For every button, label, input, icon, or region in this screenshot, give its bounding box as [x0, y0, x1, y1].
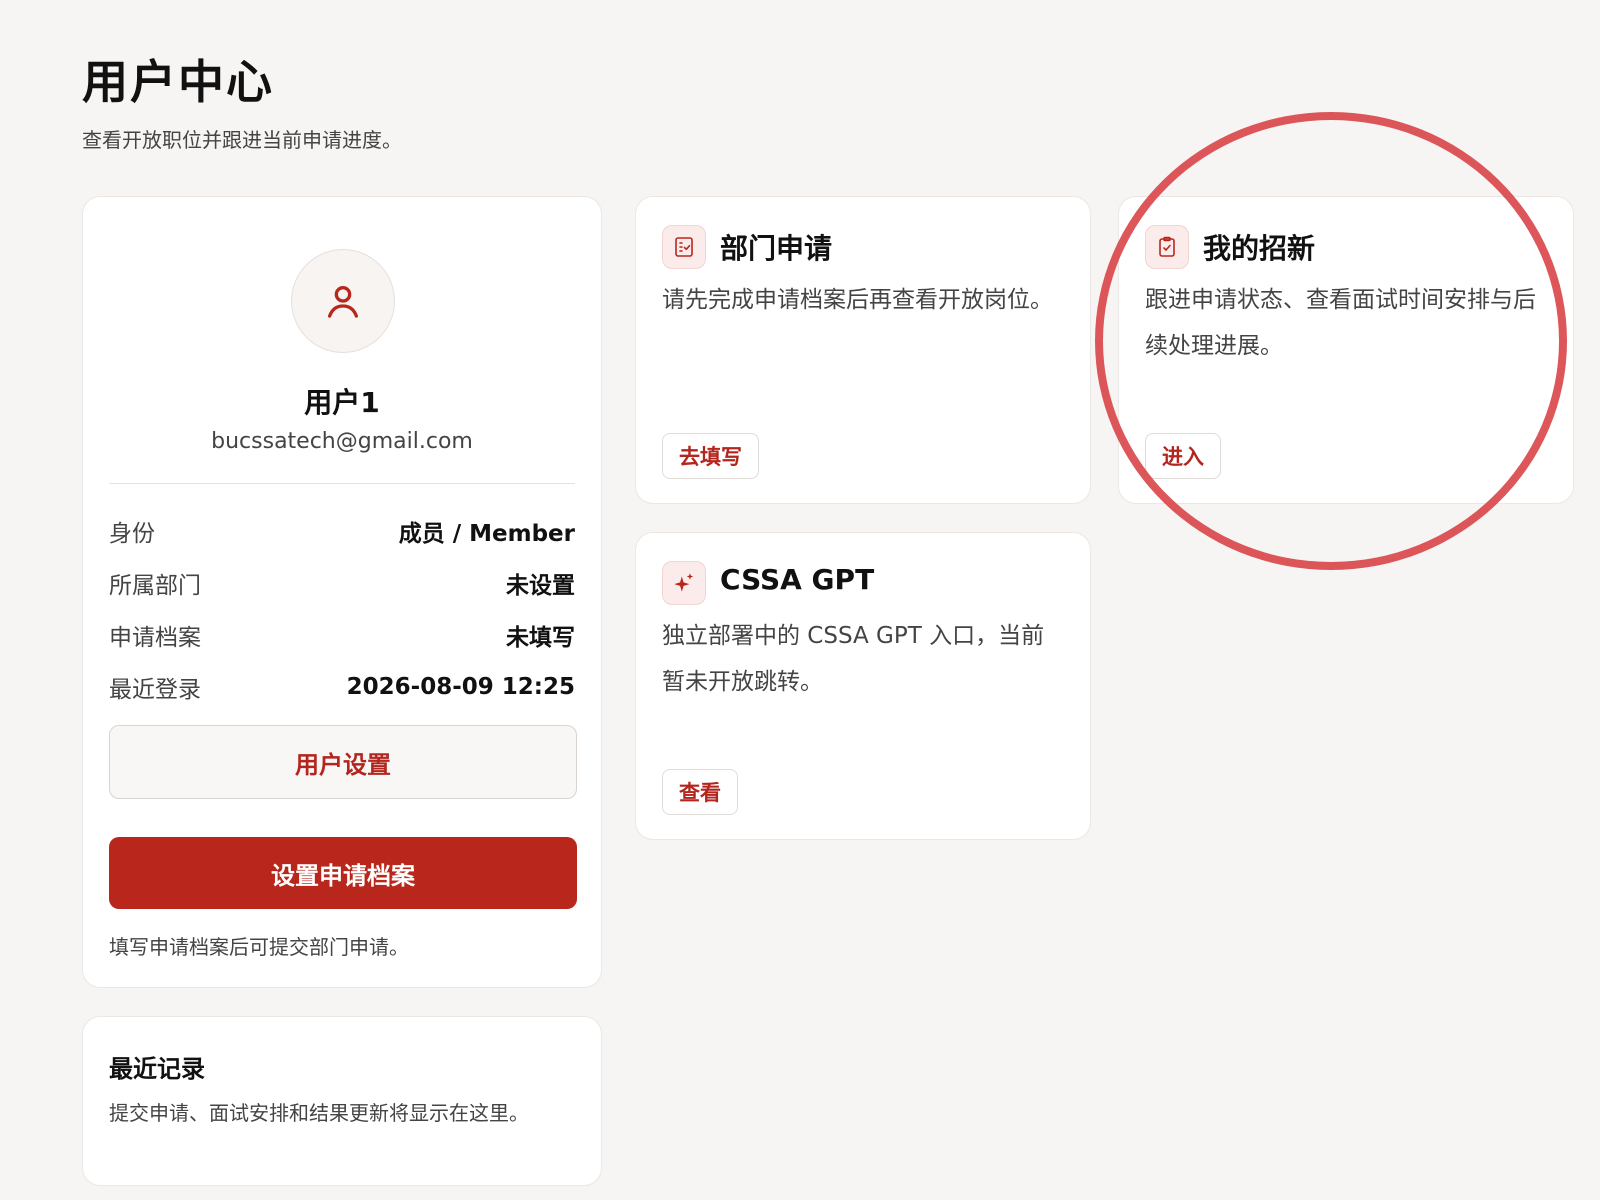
card-title: 我的招新 [1203, 232, 1316, 265]
profile-hint: 填写申请档案后可提交部门申请。 [109, 935, 409, 959]
card-description: 请先完成申请档案后再查看开放岗位。 [662, 287, 1053, 313]
info-row-department: 所属部门 未设置 [109, 565, 575, 601]
info-row-last-login: 最近登录 2026-08-09 12:25 [109, 669, 575, 705]
card-description: 跟进申请状态、查看面试时间安排与后续处理进展。 [1145, 287, 1536, 359]
info-row-identity: 身份 成员 / Member [109, 513, 575, 549]
checklist-icon [662, 225, 706, 269]
enter-button[interactable]: 进入 [1145, 433, 1221, 479]
info-label: 身份 [109, 521, 155, 547]
info-value: 未设置 [506, 573, 575, 599]
fill-in-button[interactable]: 去填写 [662, 433, 759, 479]
recent-records-card: 最近记录 提交申请、面试安排和结果更新将显示在这里。 [82, 1016, 602, 1186]
info-label: 所属部门 [109, 573, 201, 599]
divider [109, 483, 575, 484]
recent-records-description: 提交申请、面试安排和结果更新将显示在这里。 [109, 1101, 529, 1125]
department-application-card: 部门申请 请先完成申请档案后再查看开放岗位。 去填写 [635, 196, 1091, 504]
recent-records-title: 最近记录 [109, 1055, 205, 1083]
user-icon [328, 286, 358, 318]
info-label: 最近登录 [109, 677, 201, 703]
info-value: 2026-08-09 12:25 [346, 674, 575, 700]
cssa-gpt-card: CSSA GPT 独立部署中的 CSSA GPT 入口，当前暂未开放跳转。 查看 [635, 532, 1091, 840]
info-value: 未填写 [506, 625, 575, 651]
info-label: 申请档案 [109, 625, 201, 651]
card-description: 独立部署中的 CSSA GPT 入口，当前暂未开放跳转。 [662, 623, 1045, 695]
info-value: 成员 / Member [398, 521, 575, 547]
user-email: bucssatech@gmail.com [211, 429, 473, 454]
page-subtitle: 查看开放职位并跟进当前申请进度。 [82, 128, 402, 152]
user-name: 用户1 [304, 386, 380, 419]
view-button[interactable]: 查看 [662, 769, 738, 815]
profile-card: 用户1 bucssatech@gmail.com 身份 成员 / Member … [82, 196, 602, 988]
sparkle-icon [662, 561, 706, 605]
page-title: 用户中心 [82, 55, 274, 109]
info-row-application-profile: 申请档案 未填写 [109, 617, 575, 653]
card-title: 部门申请 [720, 232, 833, 265]
clipboard-check-icon [1145, 225, 1189, 269]
avatar [291, 249, 395, 353]
card-title: CSSA GPT [720, 563, 875, 596]
user-settings-button[interactable]: 用户设置 [109, 725, 577, 799]
set-application-profile-button[interactable]: 设置申请档案 [109, 837, 577, 909]
user-center-page: 用户中心 查看开放职位并跟进当前申请进度。 用户1 bucssatech@gma… [0, 0, 1600, 1200]
my-recruitment-card: 我的招新 跟进申请状态、查看面试时间安排与后续处理进展。 进入 [1118, 196, 1574, 504]
